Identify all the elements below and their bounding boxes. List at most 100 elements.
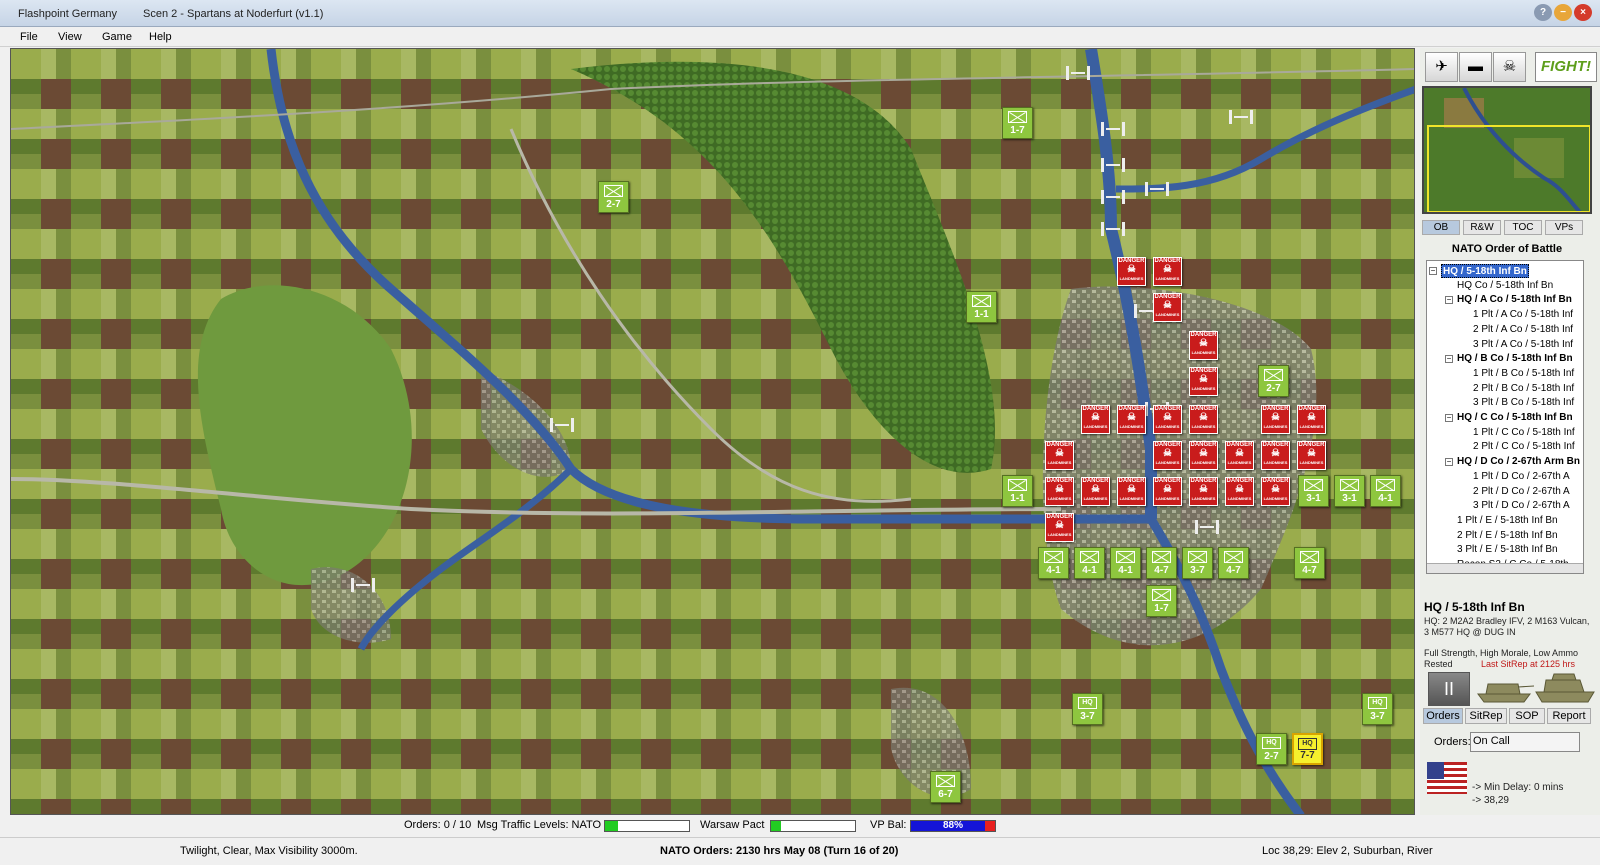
minimize-window-icon[interactable]: − (1554, 4, 1572, 21)
orders-select[interactable]: On Call (1470, 732, 1580, 752)
infantry-unit-counter[interactable]: 1-1 (1002, 475, 1033, 507)
tactical-map[interactable]: DANGER ☠ LANDMINES DANGER ☠ LANDMINES DANGER ☠ L… (10, 48, 1415, 815)
hq-unit-counter[interactable]: HQ 3-7 (1072, 693, 1103, 725)
minefield-marker[interactable]: DANGER ☠ LANDMINES (1297, 441, 1326, 470)
tab-orders[interactable]: Orders (1423, 708, 1463, 724)
hq-unit-counter[interactable]: HQ 2-7 (1256, 733, 1287, 765)
infantry-unit-counter[interactable]: 1-1 (966, 291, 997, 323)
infantry-unit-counter[interactable]: 1-7 (1002, 107, 1033, 139)
ob-tree-item[interactable]: 3 Plt / A Co / 5-18th Inf (1473, 338, 1573, 352)
minefield-marker[interactable]: DANGER ☠ LANDMINES (1261, 405, 1290, 434)
infantry-unit-counter[interactable]: 1-7 (1146, 585, 1177, 617)
minefield-marker[interactable]: DANGER ☠ LANDMINES (1261, 477, 1290, 506)
ob-tree-item[interactable]: 2 Plt / B Co / 5-18th Inf (1473, 382, 1574, 396)
ob-tree-item[interactable]: 1 Plt / B Co / 5-18th Inf (1473, 367, 1574, 381)
infantry-unit-counter[interactable]: 4-1 (1370, 475, 1401, 507)
ob-tree-item[interactable]: HQ / C Co / 5-18th Inf Bn (1457, 411, 1573, 425)
tab-sitrep[interactable]: SitRep (1465, 708, 1507, 724)
tab-toc[interactable]: TOC (1504, 220, 1542, 235)
minefield-marker[interactable]: DANGER ☠ LANDMINES (1117, 257, 1146, 286)
minefield-marker[interactable]: DANGER ☠ LANDMINES (1045, 441, 1074, 470)
ob-tree-item[interactable]: 2 Plt / E / 5-18th Inf Bn (1457, 529, 1558, 543)
infantry-unit-counter[interactable]: 4-1 (1038, 547, 1069, 579)
tank-icon[interactable]: ▬ (1459, 52, 1492, 82)
hq-unit-counter[interactable]: HQ 7-7 (1292, 733, 1323, 765)
minefield-marker[interactable]: DANGER ☠ LANDMINES (1225, 477, 1254, 506)
infantry-unit-counter[interactable]: 6-7 (930, 771, 961, 803)
tree-collapse-toggle[interactable]: − (1445, 355, 1453, 364)
minefield-marker[interactable]: DANGER ☠ LANDMINES (1153, 257, 1182, 286)
bottom-status-bar: Twilight, Clear, Max Visibility 3000m. N… (0, 837, 1600, 865)
infantry-unit-counter[interactable]: 2-7 (598, 181, 629, 213)
ob-tree-item[interactable]: 1 Plt / E / 5-18th Inf Bn (1457, 514, 1558, 528)
minefield-marker[interactable]: DANGER ☠ LANDMINES (1225, 441, 1254, 470)
infantry-unit-counter[interactable]: 3-7 (1182, 547, 1213, 579)
ob-tree-item[interactable]: HQ Co / 5-18th Inf Bn (1457, 279, 1553, 293)
minefield-marker[interactable]: DANGER ☠ LANDMINES (1045, 477, 1074, 506)
minefield-marker[interactable]: DANGER ☠ LANDMINES (1189, 477, 1218, 506)
menu-file[interactable]: File (20, 31, 38, 43)
ob-tree-item[interactable]: HQ / 5-18th Inf Bn (1441, 264, 1529, 278)
infantry-unit-counter[interactable]: 4-1 (1110, 547, 1141, 579)
infantry-unit-counter[interactable]: 4-7 (1218, 547, 1249, 579)
ob-tree-item[interactable]: 2 Plt / C Co / 5-18th Inf (1473, 440, 1575, 454)
infantry-unit-counter[interactable]: 3-1 (1298, 475, 1329, 507)
ob-tree-item[interactable]: 3 Plt / B Co / 5-18th Inf (1473, 396, 1574, 410)
minefield-marker[interactable]: DANGER ☠ LANDMINES (1153, 293, 1182, 322)
minefield-marker[interactable]: DANGER ☠ LANDMINES (1081, 477, 1110, 506)
ob-tree-item[interactable]: HQ / B Co / 5-18th Inf Bn (1457, 352, 1573, 366)
infantry-unit-counter[interactable]: 2-7 (1258, 365, 1289, 397)
minefield-marker[interactable]: DANGER ☠ LANDMINES (1153, 477, 1182, 506)
ob-tree-item[interactable]: HQ / A Co / 5-18th Inf Bn (1457, 293, 1572, 307)
infantry-unit-counter[interactable]: 4-1 (1074, 547, 1105, 579)
skull-icon: ☠ (1127, 412, 1136, 423)
tree-collapse-toggle[interactable]: − (1445, 296, 1453, 305)
hq-symbol-icon: HQ (1368, 697, 1387, 709)
menu-view[interactable]: View (58, 31, 82, 43)
ob-tree-item[interactable]: 3 Plt / E / 5-18th Inf Bn (1457, 543, 1558, 557)
tree-horizontal-scrollbar[interactable] (1427, 563, 1583, 573)
minimap[interactable] (1422, 86, 1592, 214)
pause-button[interactable]: II (1428, 672, 1470, 706)
minefield-marker[interactable]: DANGER ☠ LANDMINES (1297, 405, 1326, 434)
menu-help[interactable]: Help (149, 31, 172, 43)
minefield-marker[interactable]: DANGER ☠ LANDMINES (1081, 405, 1110, 434)
minefield-marker[interactable]: DANGER ☠ LANDMINES (1189, 405, 1218, 434)
minefield-marker[interactable]: DANGER ☠ LANDMINES (1153, 441, 1182, 470)
tab-ob[interactable]: OB (1422, 220, 1460, 235)
minefield-marker[interactable]: DANGER ☠ LANDMINES (1261, 441, 1290, 470)
ob-tree-item[interactable]: 1 Plt / D Co / 2-67th A (1473, 470, 1570, 484)
ob-tree-item[interactable]: HQ / D Co / 2-67th Arm Bn (1457, 455, 1580, 469)
tab-sop[interactable]: SOP (1509, 708, 1545, 724)
aircraft-icon[interactable]: ✈ (1425, 52, 1458, 82)
ob-tree-item[interactable]: 2 Plt / D Co / 2-67th A (1473, 485, 1570, 499)
minefield-marker[interactable]: DANGER ☠ LANDMINES (1117, 477, 1146, 506)
close-window-icon[interactable]: × (1574, 4, 1592, 21)
infantry-unit-counter[interactable]: 4-7 (1146, 547, 1177, 579)
minefield-marker[interactable]: DANGER ☠ LANDMINES (1189, 441, 1218, 470)
tank-destroyed-icon[interactable]: ☠ (1493, 52, 1526, 82)
minefield-marker[interactable]: DANGER ☠ LANDMINES (1189, 331, 1218, 360)
infantry-unit-counter[interactable]: 4-7 (1294, 547, 1325, 579)
minefield-marker[interactable]: DANGER ☠ LANDMINES (1153, 405, 1182, 434)
ob-tree-item[interactable]: 2 Plt / A Co / 5-18th Inf (1473, 323, 1573, 337)
ob-tree-item[interactable]: 3 Plt / D Co / 2-67th A (1473, 499, 1570, 513)
menu-game[interactable]: Game (102, 31, 132, 43)
ob-tree-item[interactable]: 1 Plt / C Co / 5-18th Inf (1473, 426, 1575, 440)
help-window-icon[interactable]: ? (1534, 4, 1552, 21)
order-of-battle-tree[interactable]: − HQ / 5-18th Inf Bn HQ Co / 5-18th Inf Bn… (1426, 260, 1584, 574)
infantry-unit-counter[interactable]: 3-1 (1334, 475, 1365, 507)
minefield-marker[interactable]: DANGER ☠ LANDMINES (1189, 367, 1218, 396)
fight-button[interactable]: FIGHT! (1535, 52, 1597, 82)
tree-collapse-toggle[interactable]: − (1429, 267, 1437, 275)
minefield-marker[interactable]: DANGER ☠ LANDMINES (1045, 513, 1074, 542)
minefield-subtext: LANDMINES (1191, 496, 1216, 501)
tab-report[interactable]: Report (1547, 708, 1591, 724)
minefield-marker[interactable]: DANGER ☠ LANDMINES (1117, 405, 1146, 434)
tab-vps[interactable]: VPs (1545, 220, 1583, 235)
hq-unit-counter[interactable]: HQ 3-7 (1362, 693, 1393, 725)
tab-rw[interactable]: R&W (1463, 220, 1501, 235)
ob-tree-item[interactable]: 1 Plt / A Co / 5-18th Inf (1473, 308, 1573, 322)
tree-collapse-toggle[interactable]: − (1445, 458, 1453, 467)
tree-collapse-toggle[interactable]: − (1445, 414, 1453, 422)
